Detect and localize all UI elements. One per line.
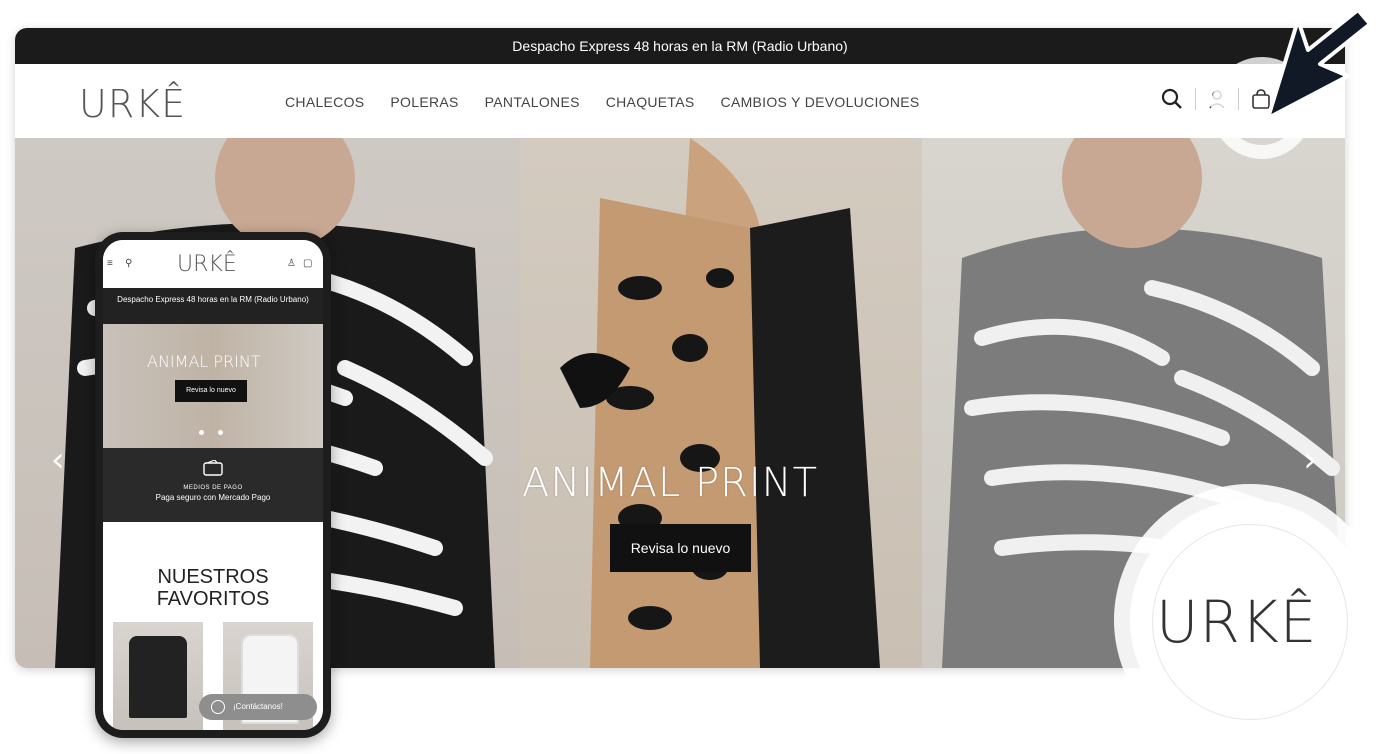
nav-pantalones[interactable]: PANTALONES [485, 94, 580, 110]
contact-chat-button[interactable]: ¡Contáctanos! [199, 694, 317, 720]
payment-text: Paga seguro con Mercado Pago [155, 493, 271, 502]
payment-info-section: MEDIOS DE PAGO Paga seguro con Mercado P… [103, 448, 323, 522]
hero-cta-button[interactable]: Revisa lo nuevo [610, 524, 751, 572]
mobile-announcement-bar: Despacho Express 48 horas en la RM (Radi… [103, 288, 323, 324]
screenshot-stage: Despacho Express 48 horas en la RM (Radi… [0, 0, 1377, 754]
search-icon[interactable] [1161, 88, 1183, 110]
wallet-icon [203, 459, 223, 476]
slider-prev-icon[interactable]: ‹ [51, 440, 65, 480]
slider-dot[interactable] [199, 430, 204, 435]
hero-image-leopard [520, 138, 922, 668]
mobile-header: ≡ ⚲ URKÊ ♙ ▢ [103, 240, 323, 288]
product-card[interactable] [113, 622, 203, 730]
mobile-hero-title: ANIMAL PRINT [147, 352, 261, 371]
slider-next-icon[interactable]: › [1303, 440, 1317, 480]
mobile-search-icon[interactable]: ⚲ [125, 258, 132, 269]
mobile-phone-mockup: ≡ ⚲ URKÊ ♙ ▢ Despacho Express 48 horas e… [95, 232, 331, 738]
mobile-hero: ANIMAL PRINT Revisa lo nuevo [103, 324, 323, 448]
favorites-title: NUESTROS FAVORITOS [156, 566, 270, 610]
store-logo[interactable]: URKÊ [79, 82, 186, 126]
contact-label: ¡Contáctanos! [233, 702, 283, 711]
chat-icon [211, 700, 225, 714]
nav-chalecos[interactable]: CHALECOS [285, 94, 364, 110]
hero-title: ANIMAL PRINT [522, 460, 819, 506]
main-navigation: CHALECOS POLERAS PANTALONES CHAQUETAS CA… [285, 94, 920, 110]
site-header: URKÊ CHALECOS POLERAS PANTALONES CHAQUET… [15, 64, 1345, 138]
mobile-bag-icon[interactable]: ▢ [303, 258, 312, 269]
logo-badge-text: URKÊ [1156, 588, 1318, 656]
header-divider [1195, 88, 1196, 110]
nav-poleras[interactable]: POLERAS [390, 94, 458, 110]
menu-icon[interactable]: ≡ [107, 258, 113, 269]
nav-cambios-devoluciones[interactable]: CAMBIOS Y DEVOLUCIONES [721, 94, 920, 110]
mobile-logo[interactable]: URKÊ [177, 252, 237, 277]
mobile-slider-dots [199, 430, 223, 435]
highlight-arrow-icon [1211, 8, 1372, 159]
mobile-screen: ≡ ⚲ URKÊ ♙ ▢ Despacho Express 48 horas e… [103, 240, 323, 730]
logo-badge: URKÊ [1130, 500, 1370, 740]
nav-chaquetas[interactable]: CHAQUETAS [606, 94, 695, 110]
payment-title: MEDIOS DE PAGO [183, 485, 243, 491]
mobile-user-icon[interactable]: ♙ [287, 258, 296, 269]
announcement-bar: Despacho Express 48 horas en la RM (Radi… [15, 28, 1345, 64]
slider-dot[interactable] [218, 430, 223, 435]
mobile-hero-button[interactable]: Revisa lo nuevo [175, 380, 247, 402]
